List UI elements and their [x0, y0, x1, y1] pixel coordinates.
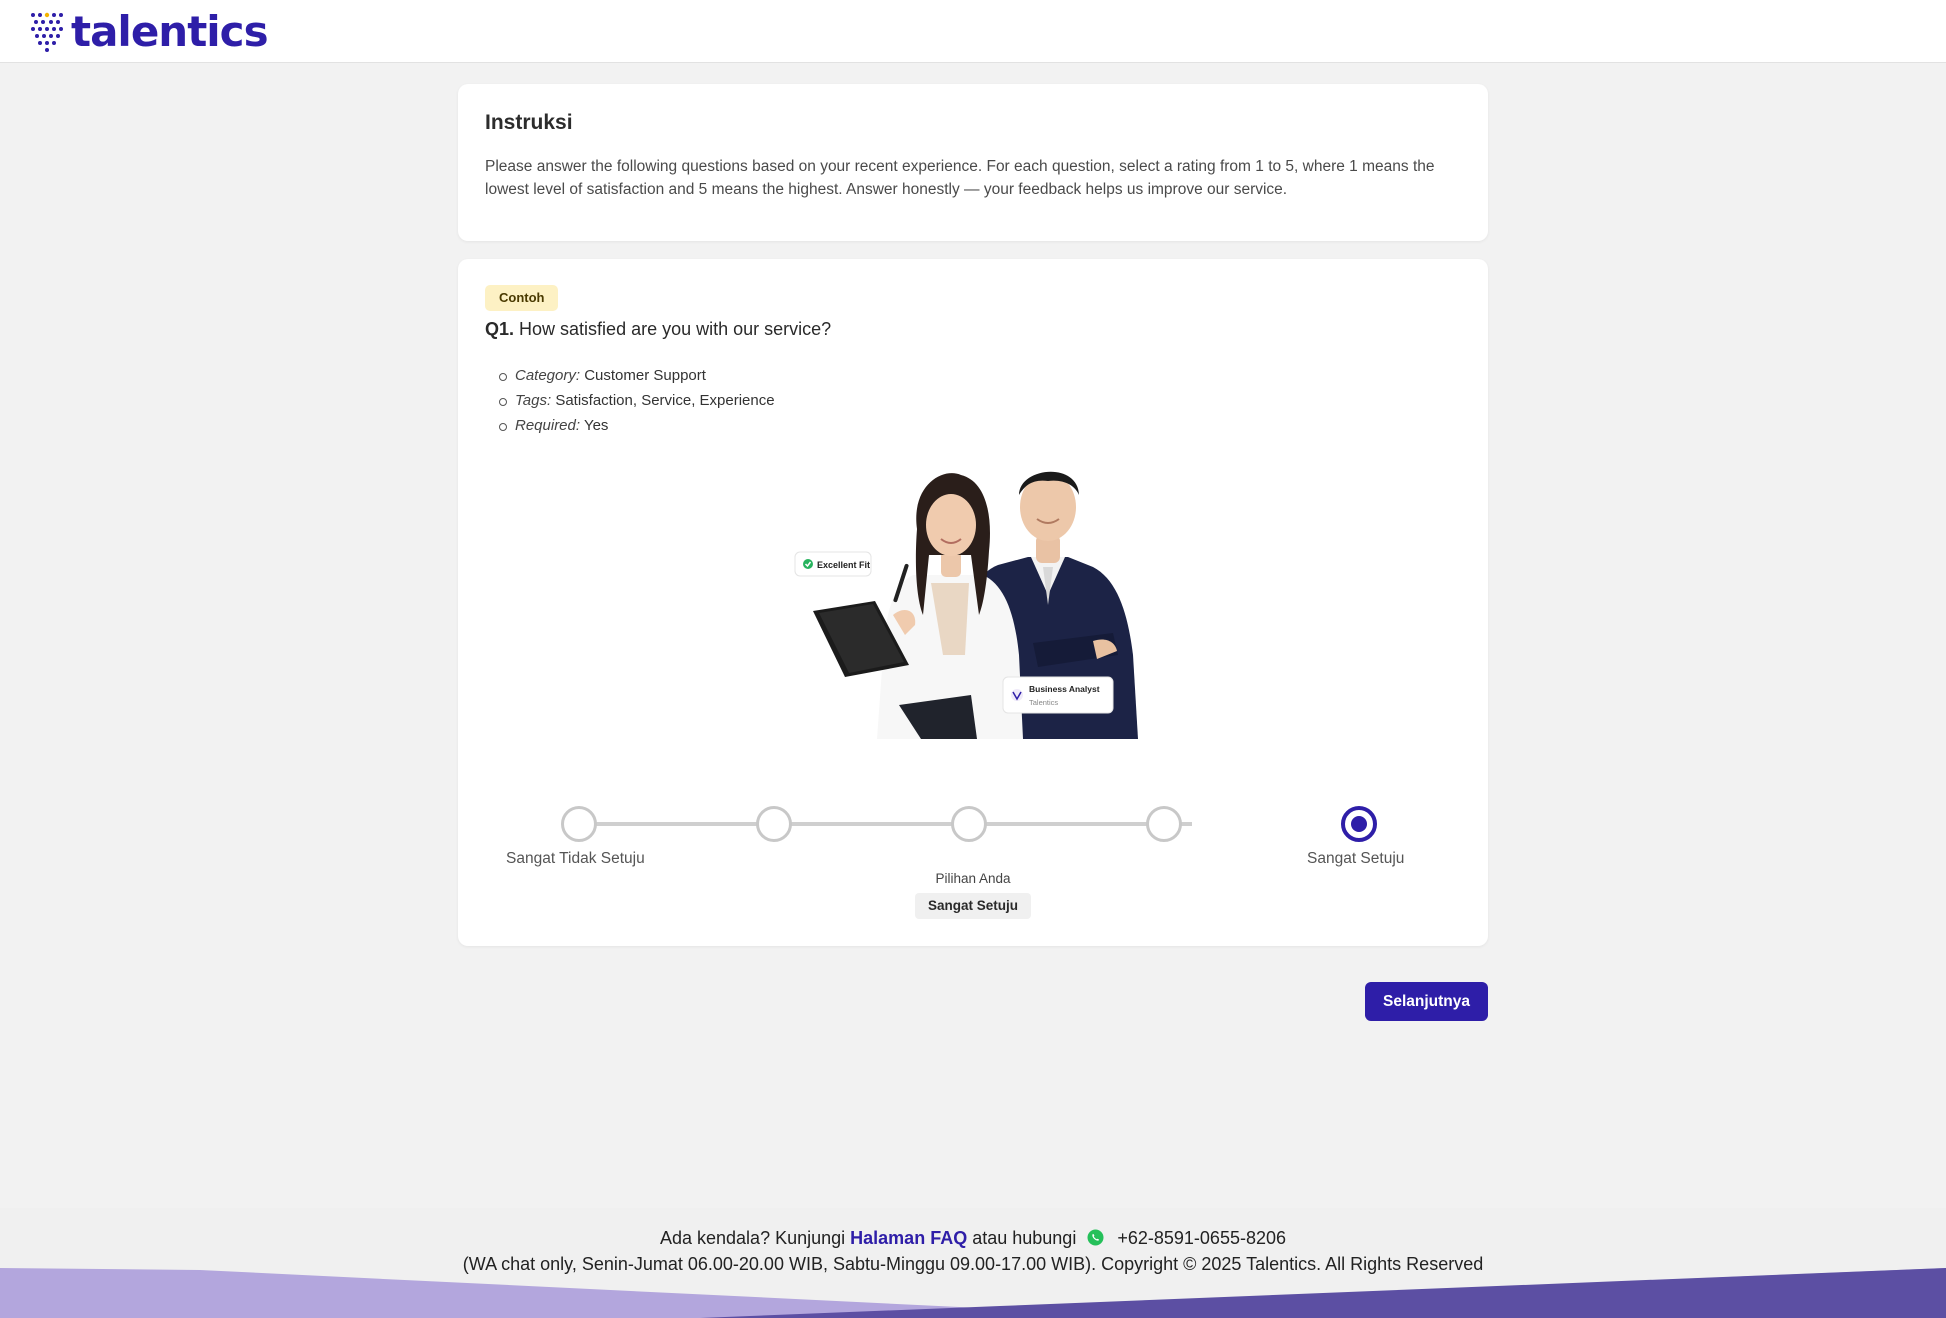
scale-min-label: Sangat Tidak Setuju — [506, 850, 645, 867]
scale-option-3[interactable] — [951, 806, 987, 842]
instructions-title: Instruksi — [485, 111, 573, 134]
scale-option-2[interactable] — [756, 806, 792, 842]
instructions-card: Instruksi Please answer the following qu… — [458, 84, 1488, 241]
scale-option-4[interactable] — [1146, 806, 1182, 842]
choice-value: Sangat Setuju — [915, 893, 1031, 919]
scale-max-label: Sangat Setuju — [1307, 850, 1405, 867]
whatsapp-icon — [1087, 1229, 1104, 1246]
scale-option-5-selected[interactable] — [1341, 806, 1377, 842]
footer-middle: atau hubungi — [972, 1228, 1077, 1248]
talentics-logo[interactable]: talentics — [30, 7, 269, 56]
footer-wave-decoration — [0, 1268, 1946, 1318]
top-header: talentics — [0, 0, 1946, 63]
faq-link[interactable]: Halaman FAQ — [850, 1228, 967, 1248]
footer-phone[interactable]: +62-8591-0655-8206 — [1117, 1228, 1286, 1248]
logo-text: talentics — [71, 7, 269, 56]
scale-track — [579, 822, 1192, 826]
next-button[interactable]: Selanjutnya — [1365, 982, 1488, 1021]
choice-caption: Pilihan Anda — [935, 871, 1011, 886]
instructions-text: Please answer the following questions ba… — [485, 158, 1435, 198]
rating-scale: Sangat Tidak Setuju Sangat Setuju Piliha… — [458, 259, 1488, 946]
page-footer: Ada kendala? Kunjungi Halaman FAQ atau h… — [0, 1208, 1946, 1318]
logo-mark-icon — [31, 12, 63, 52]
footer-contact-line: Ada kendala? Kunjungi Halaman FAQ atau h… — [0, 1228, 1946, 1249]
footer-prefix: Ada kendala? Kunjungi — [659, 1228, 846, 1248]
question-card: Contoh Q1. How satisfied are you with ou… — [458, 259, 1488, 946]
scale-option-1[interactable] — [561, 806, 597, 842]
